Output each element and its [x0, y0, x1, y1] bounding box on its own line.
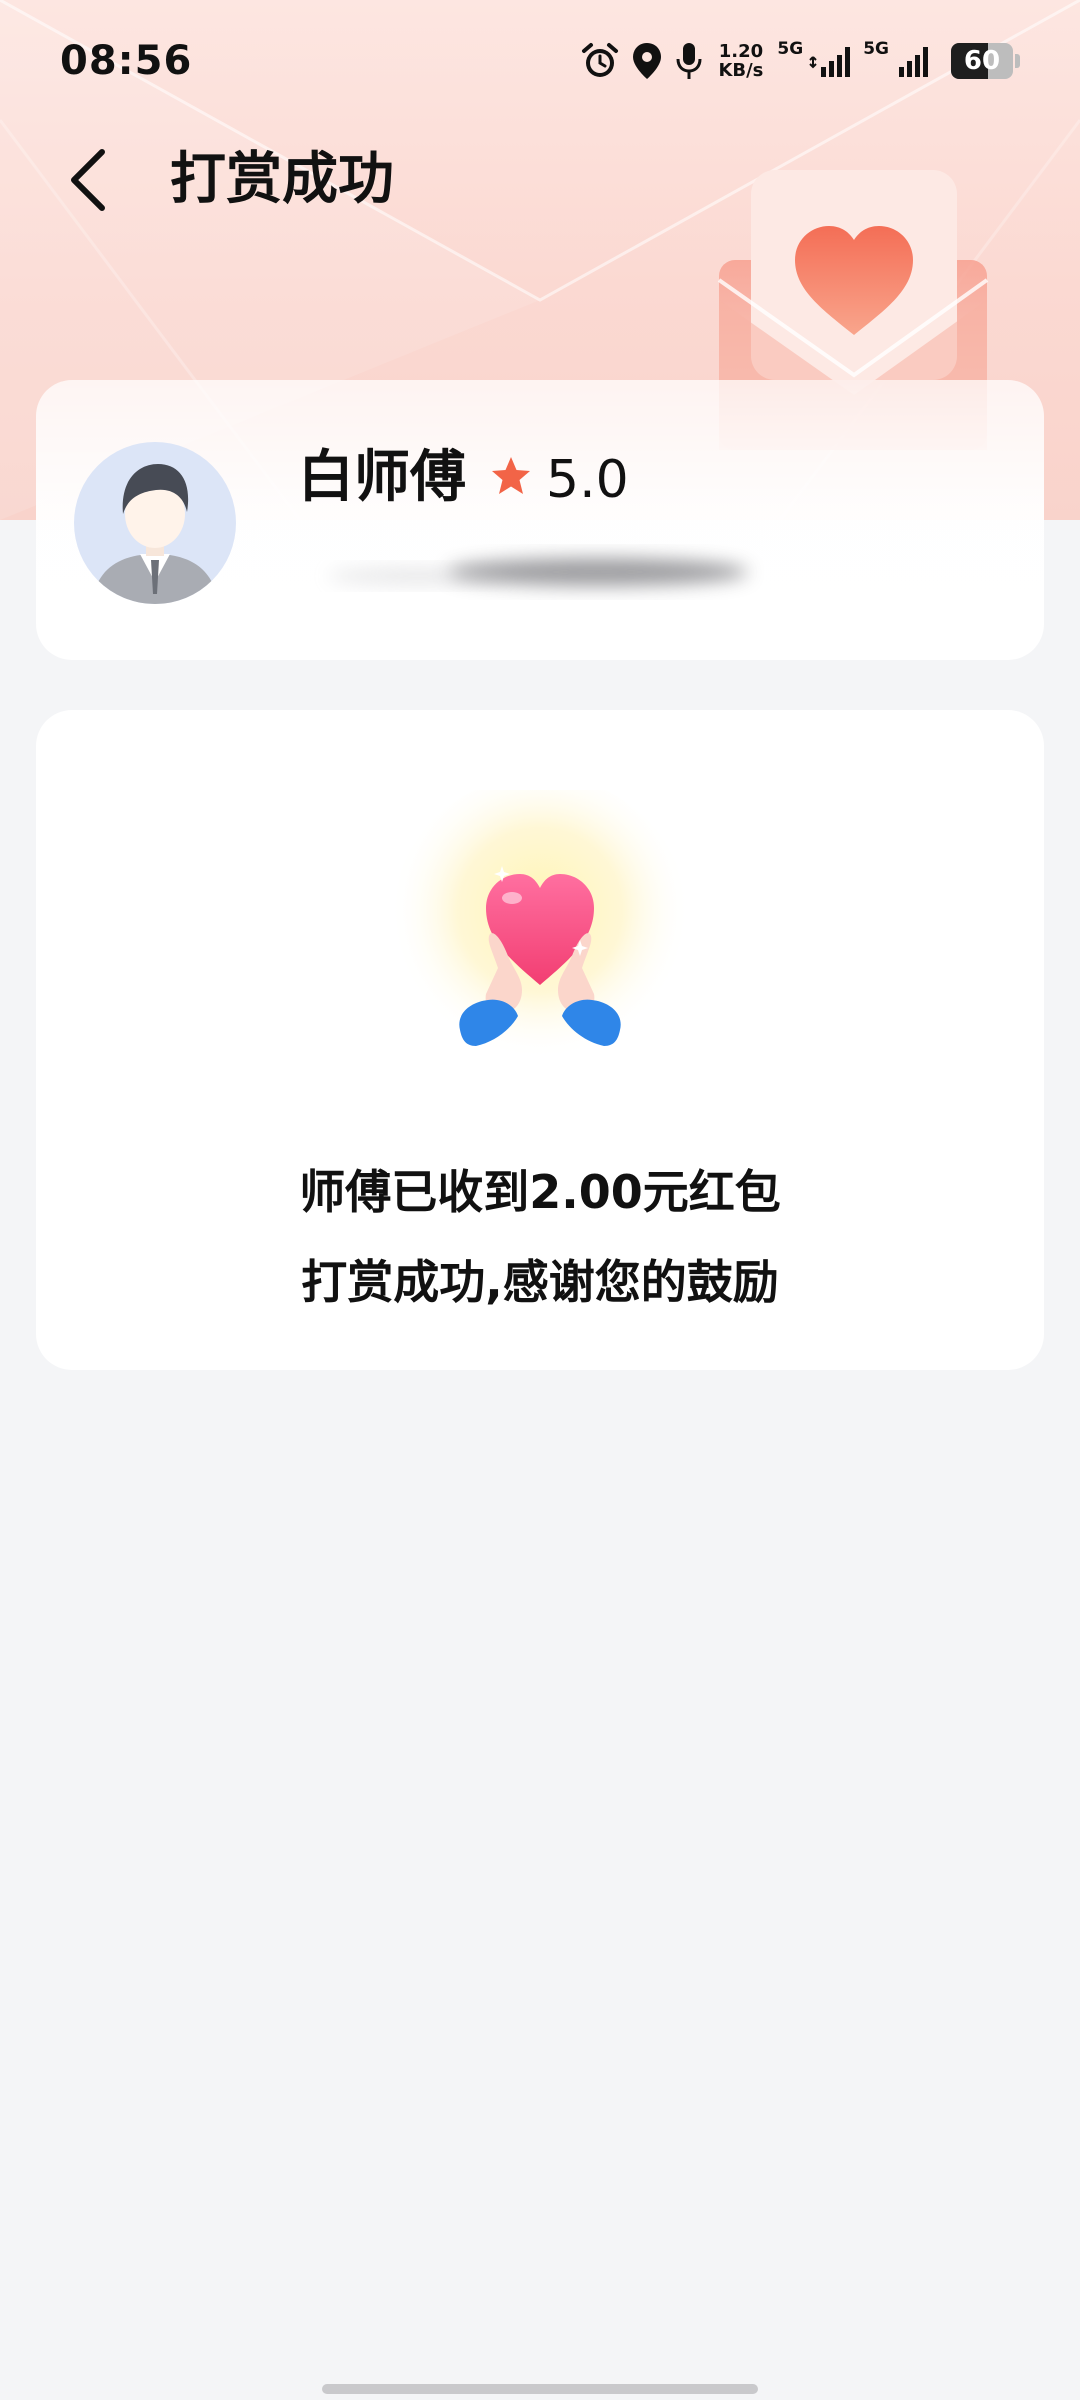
star-icon [488, 454, 534, 500]
signal-icon [895, 43, 935, 79]
location-icon [630, 41, 664, 81]
battery-nub [1015, 54, 1020, 68]
heart-hands-icon [390, 775, 690, 1090]
chevron-left-icon [71, 149, 105, 211]
driver-card: 白师傅 5.0 [36, 380, 1044, 660]
network-speed-value: 1.20 [718, 41, 764, 62]
page-title: 打赏成功 [170, 147, 394, 212]
back-button[interactable] [60, 146, 120, 214]
network-speed: 1.20 KB/s [718, 42, 763, 80]
network-speed-unit: KB/s [718, 60, 764, 81]
battery-level: 60 [963, 46, 1001, 76]
battery-icon: 60 [951, 43, 1013, 79]
status-bar: 08:56 1.20 KB/s 5G 5G 60 [0, 0, 1080, 128]
driver-rating: 5.0 [546, 450, 629, 510]
signal-1-label: 5G [777, 39, 804, 59]
thanks-message: 打赏成功,感谢您的鼓励 [301, 1255, 779, 1309]
microphone-icon [674, 41, 704, 81]
alarm-icon [580, 41, 620, 81]
redacted-info [298, 540, 778, 610]
reward-amount-message: 师傅已收到2.00元红包 [299, 1165, 781, 1219]
status-icons: 1.20 KB/s 5G 5G 60 [580, 36, 1020, 86]
reward-result-card: 师傅已收到2.00元红包 打赏成功,感谢您的鼓励 [36, 710, 1044, 1370]
status-time: 08:56 [60, 38, 193, 84]
home-indicator[interactable] [322, 2384, 758, 2394]
driver-name: 白师傅 [298, 445, 466, 510]
signal-2-label: 5G [863, 39, 889, 59]
signal-icon [809, 43, 853, 79]
avatar [74, 442, 236, 604]
